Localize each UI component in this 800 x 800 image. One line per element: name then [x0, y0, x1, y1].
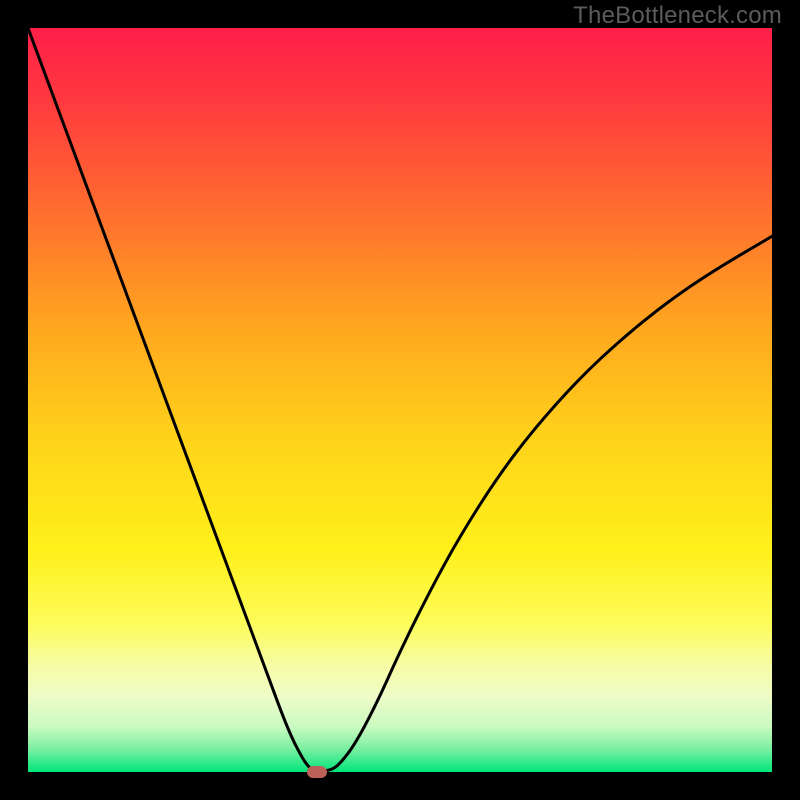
optimal-point-marker: [307, 766, 327, 778]
chart-frame: [28, 28, 772, 772]
watermark-text: TheBottleneck.com: [573, 2, 782, 30]
bottleneck-chart: [28, 28, 772, 772]
gradient-background: [28, 28, 772, 772]
